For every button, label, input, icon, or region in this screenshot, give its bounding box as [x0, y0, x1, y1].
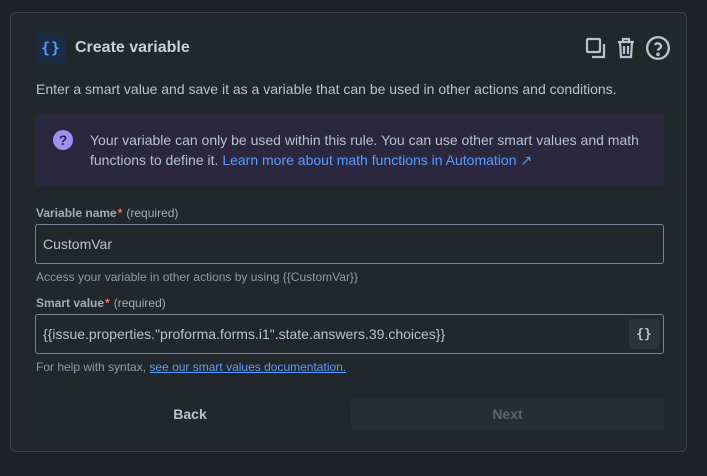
question-icon: ? [53, 130, 73, 150]
smart-value-text[interactable]: {{issue.properties."proforma.forms.i1".s… [43, 326, 445, 342]
info-banner: ? Your variable can only be used within … [35, 114, 664, 186]
duplicate-icon[interactable] [583, 35, 609, 61]
panel-title: Create variable [75, 39, 190, 56]
variable-name-input[interactable]: CustomVar [35, 224, 664, 264]
panel-header: {} Create variable [36, 33, 671, 63]
smart-value-label-text: Smart value [36, 296, 105, 310]
smart-value-label: Smart value* (required) [36, 296, 166, 310]
smart-value-helper-text: For help with syntax, [36, 360, 147, 374]
variable-name-label-text: Variable name [36, 206, 117, 220]
trash-icon[interactable] [613, 35, 639, 61]
curly-braces-glyph: {} [40, 39, 62, 57]
insert-smart-value-button[interactable]: {} [629, 319, 659, 349]
info-text: Your variable can only be used within th… [90, 130, 650, 170]
create-variable-panel: {} Create variable Enter a smart value a… [10, 12, 687, 452]
next-button[interactable]: Next [351, 398, 664, 430]
required-text: (required) [113, 296, 166, 310]
required-text: (required) [126, 206, 179, 220]
external-link-icon[interactable]: ↗ [520, 152, 532, 168]
required-asterisk: * [117, 206, 123, 220]
smart-values-docs-link[interactable]: see our smart values documentation. [149, 360, 346, 374]
math-functions-link-text[interactable]: Learn more about math functions in Autom… [222, 152, 516, 168]
help-icon[interactable] [645, 35, 671, 61]
math-functions-link[interactable]: Learn more about math functions in Autom… [222, 152, 532, 168]
panel-description: Enter a smart value and save it as a var… [36, 81, 617, 97]
curly-braces-icon: {} [36, 33, 66, 63]
question-glyph: ? [58, 132, 68, 148]
smart-value-helper: For help with syntax, see our smart valu… [36, 360, 346, 374]
variable-name-helper: Access your variable in other actions by… [36, 270, 358, 284]
smart-value-input[interactable]: {{issue.properties."proforma.forms.i1".s… [35, 314, 664, 354]
variable-name-label: Variable name* (required) [36, 206, 178, 220]
required-asterisk: * [105, 296, 110, 310]
back-button[interactable]: Back [35, 398, 345, 430]
